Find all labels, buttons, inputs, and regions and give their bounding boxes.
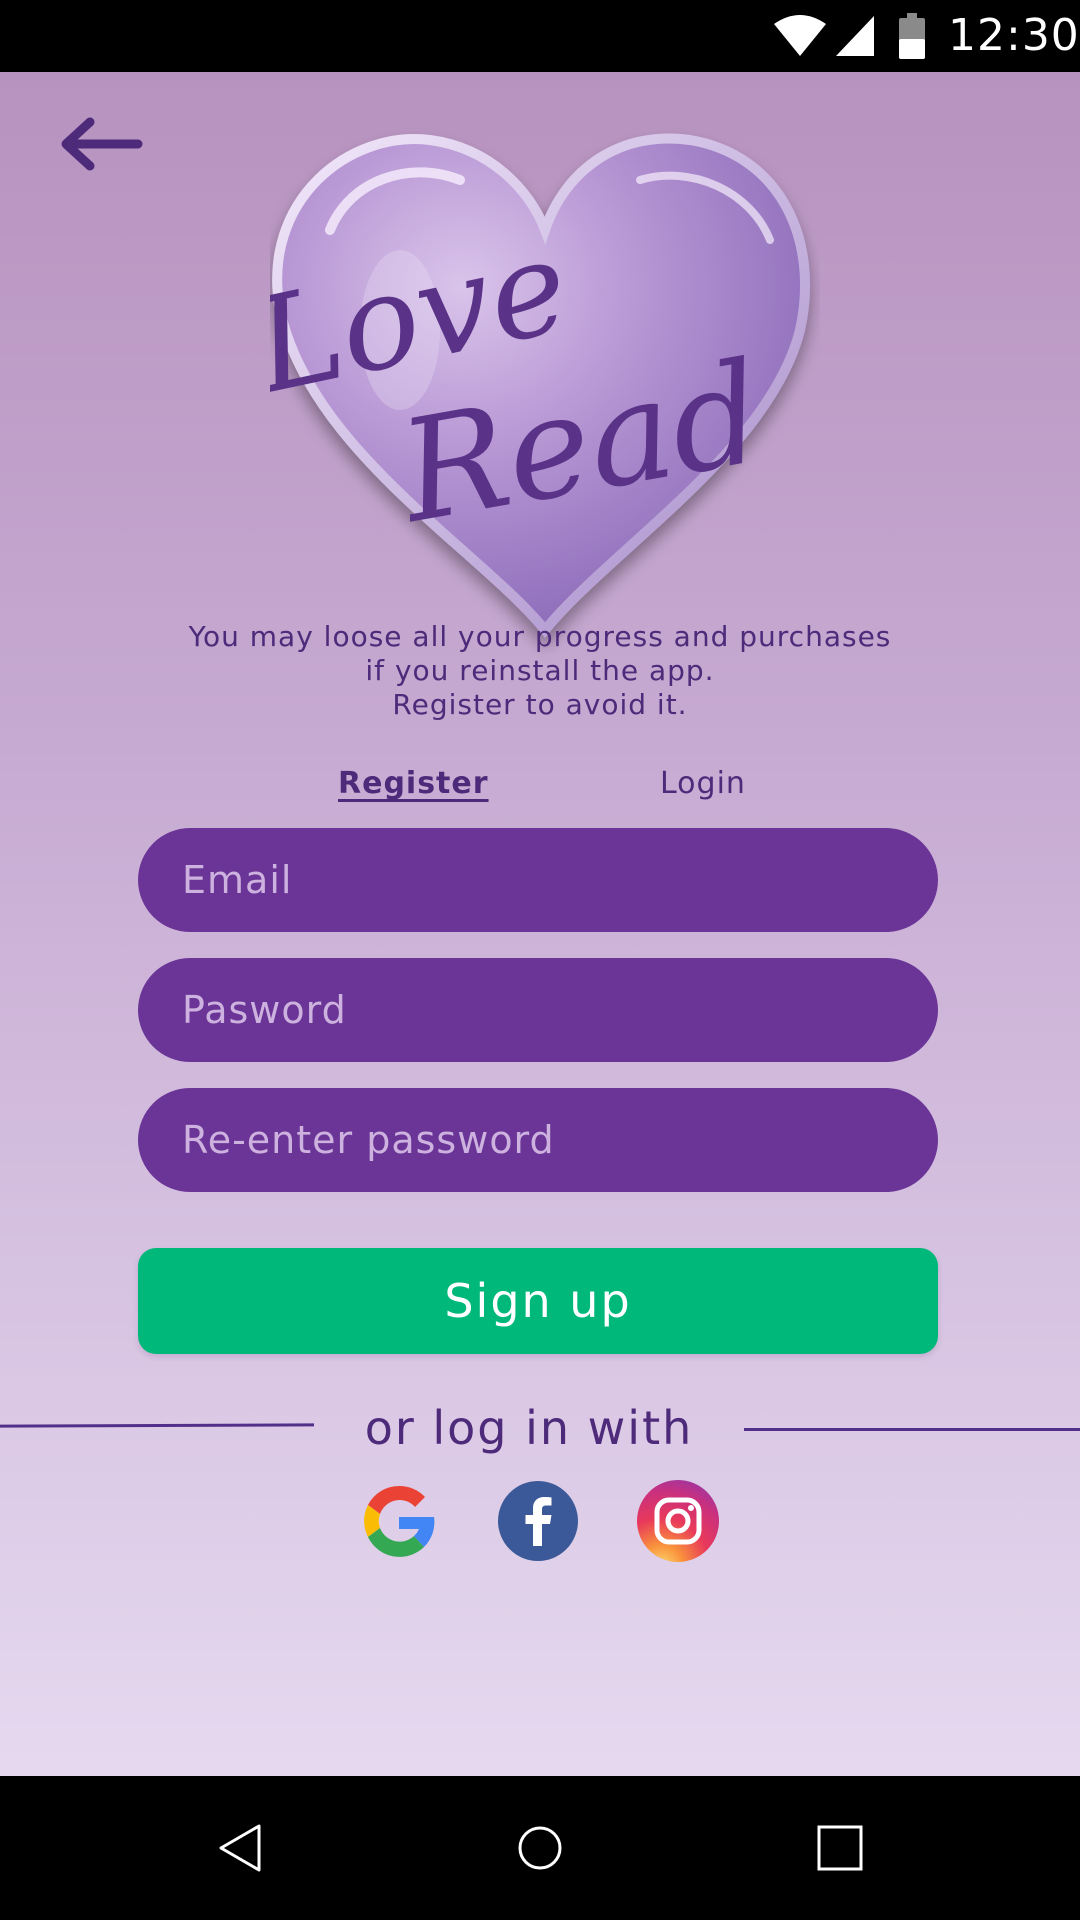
nav-home-icon[interactable] xyxy=(512,1820,568,1876)
password-field-container xyxy=(138,958,938,1062)
back-arrow-icon[interactable] xyxy=(58,114,144,174)
sign-up-button[interactable]: Sign up xyxy=(138,1248,938,1354)
nav-back-icon[interactable] xyxy=(213,1820,269,1876)
divider-right xyxy=(744,1428,1080,1431)
wifi-icon xyxy=(774,15,826,56)
alt-login-label: or log in with xyxy=(364,1401,694,1455)
reenter-password-field-container xyxy=(138,1088,938,1192)
facebook-icon[interactable] xyxy=(493,1476,583,1566)
password-field[interactable] xyxy=(180,987,896,1033)
register-screen: Love Read You may loose all your progres… xyxy=(0,72,1080,1776)
notice-line: Register to avoid it. xyxy=(392,688,688,721)
nav-recents-icon[interactable] xyxy=(812,1820,868,1876)
clock: 12:30 xyxy=(948,10,1080,61)
notice-line: if you reinstall the app. xyxy=(365,654,715,687)
email-field[interactable] xyxy=(180,857,896,903)
reenter-password-field[interactable] xyxy=(180,1117,896,1163)
love-read-logo: Love Read xyxy=(270,133,811,638)
tab-login[interactable]: Login xyxy=(660,764,746,804)
tab-register[interactable]: Register xyxy=(338,764,489,804)
notice-line: You may loose all your progress and purc… xyxy=(188,620,892,653)
cell-signal-icon xyxy=(836,16,874,56)
divider-left xyxy=(0,1423,315,1428)
email-field-container xyxy=(138,828,938,932)
google-icon[interactable] xyxy=(354,1476,444,1566)
status-bar: 12:30 xyxy=(0,0,1080,72)
battery-icon xyxy=(899,13,925,59)
instagram-icon[interactable] xyxy=(633,1476,723,1566)
reinstall-notice: You may loose all your progress and purc… xyxy=(100,620,980,722)
navigation-bar xyxy=(0,1776,1080,1920)
